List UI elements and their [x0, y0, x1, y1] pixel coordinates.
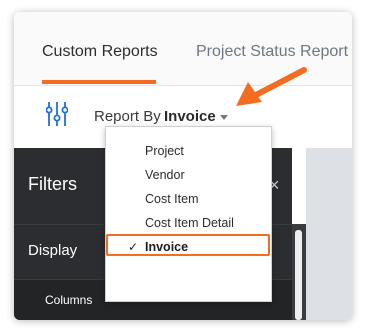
dropdown-item-label: Cost Item [145, 192, 199, 206]
report-by-label: Report By [94, 108, 161, 125]
dropdown-item-vendor[interactable]: Vendor [106, 164, 271, 186]
dropdown-item-label: Project [145, 144, 184, 158]
dropdown-item-cost-item[interactable]: Cost Item [106, 188, 271, 210]
active-tab-indicator [42, 80, 156, 84]
display-label: Display [28, 242, 78, 259]
report-content-area [306, 148, 352, 320]
caret-down-icon[interactable] [220, 115, 228, 120]
dropdown-item-label: Vendor [145, 168, 185, 182]
tab-custom-reports[interactable]: Custom Reports [42, 43, 158, 61]
scrollbar-thumb[interactable] [295, 230, 302, 320]
report-window: Custom Reports Project Status Report Rep… [14, 12, 352, 320]
tab-project-status-report[interactable]: Project Status Report [196, 43, 348, 61]
dropdown-item-label: Cost Item Detail [145, 216, 234, 230]
columns-label: Columns [45, 293, 93, 307]
annotation-highlight-box [106, 234, 270, 256]
dropdown-item-cost-item-detail[interactable]: Cost Item Detail [106, 212, 271, 234]
sliders-icon[interactable] [46, 101, 68, 127]
filters-title: Filters [28, 174, 77, 194]
report-by-dropdown: Project Vendor Cost Item Cost Item Detai… [105, 126, 272, 302]
annotation-arrow-icon [236, 67, 307, 106]
dropdown-item-project[interactable]: Project [106, 140, 271, 162]
report-by-select[interactable]: Invoice [164, 108, 216, 125]
